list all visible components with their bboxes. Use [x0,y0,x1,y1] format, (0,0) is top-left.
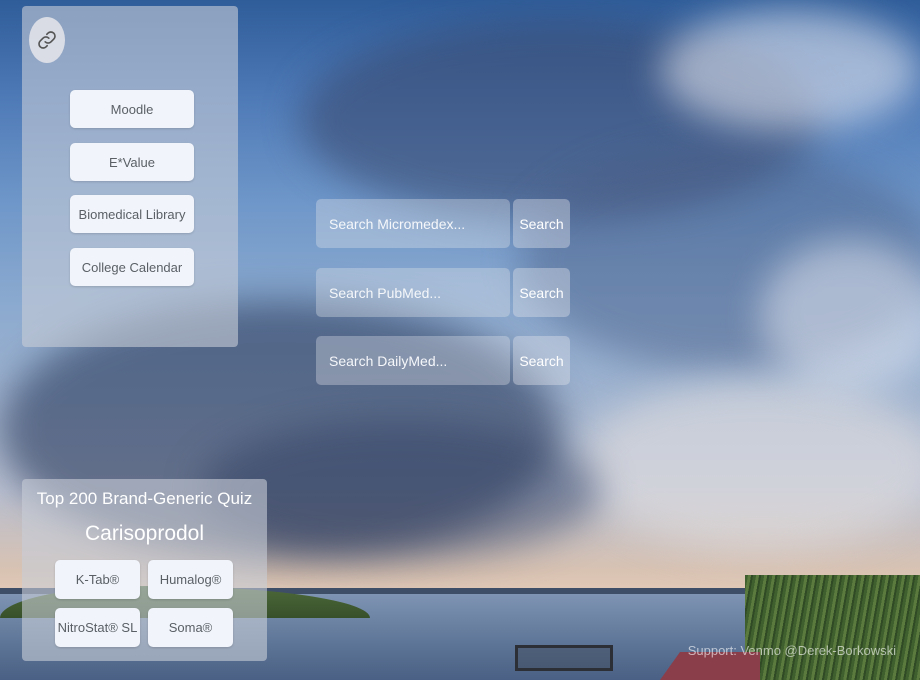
quiz-option-button[interactable]: Soma® [148,608,233,647]
quiz-option-button[interactable]: Humalog® [148,560,233,599]
quiz-option-button[interactable]: K-Tab® [55,560,140,599]
link-college-calendar-button[interactable]: College Calendar [70,248,194,286]
quiz-drug-name: Carisoprodol [84,522,205,545]
quiz-title: Top 200 Brand-Generic Quiz [36,489,253,508]
cloud [760,240,920,390]
quiz-option-button[interactable]: NitroStat® SL [55,608,140,647]
cloud [580,380,920,550]
link-evalue-button[interactable]: E*Value [70,143,194,181]
micromedex-search-button[interactable]: Search [513,199,570,248]
brand-generic-quiz-panel: Top 200 Brand-Generic Quiz Carisoprodol … [22,479,267,661]
micromedex-search-input[interactable] [316,199,510,248]
reeds-right [745,575,920,680]
dailymed-search-button[interactable]: Search [513,336,570,385]
quick-links-panel: Moodle E*Value Biomedical Library Colleg… [22,6,238,347]
link-moodle-button[interactable]: Moodle [70,90,194,128]
pubmed-search-button[interactable]: Search [513,268,570,317]
link-biomedical-library-button[interactable]: Biomedical Library [70,195,194,233]
cloud [660,10,920,130]
pubmed-search-input[interactable] [316,268,510,317]
link-icon[interactable] [29,17,65,63]
dailymed-search-input[interactable] [316,336,510,385]
support-text: Support: Venmo @Derek-Borkowski [687,643,896,658]
dock [515,645,613,671]
